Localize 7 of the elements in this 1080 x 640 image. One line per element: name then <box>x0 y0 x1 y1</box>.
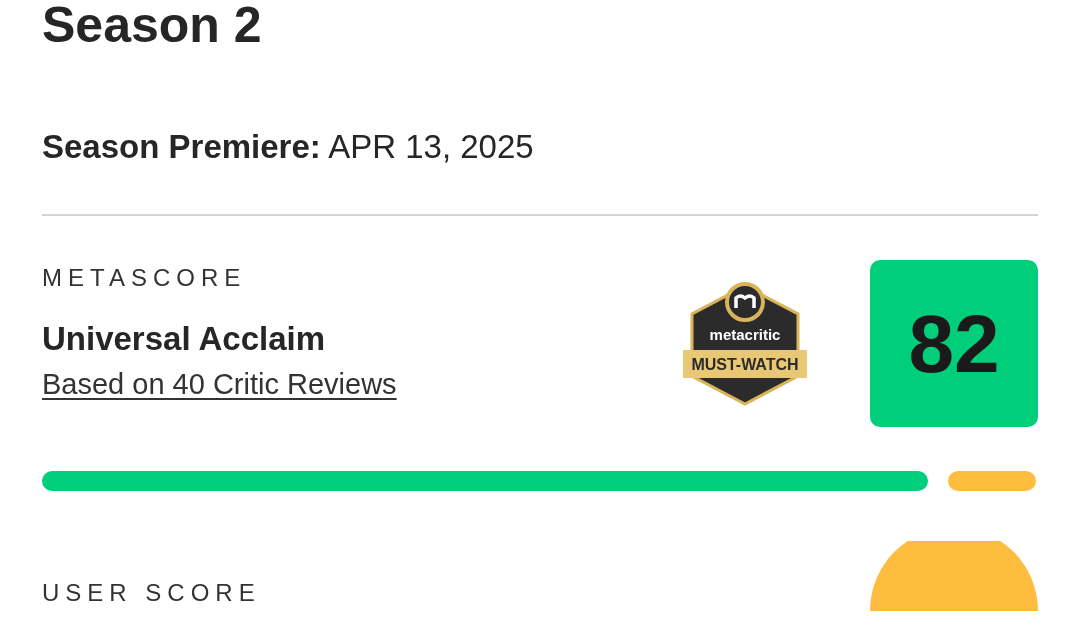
verdict-text: Universal Acclaim <box>42 318 327 359</box>
score-box: 82 <box>870 259 1038 427</box>
reviews-link[interactable]: Based on 40 Critic Reviews <box>42 368 397 400</box>
section-label: USER SCORE <box>42 577 262 608</box>
section-label: METASCORE <box>42 262 248 293</box>
page-title: Season 2 <box>42 0 263 50</box>
premiere-date: Season Premiere: APR 13, 2025 <box>42 127 535 167</box>
